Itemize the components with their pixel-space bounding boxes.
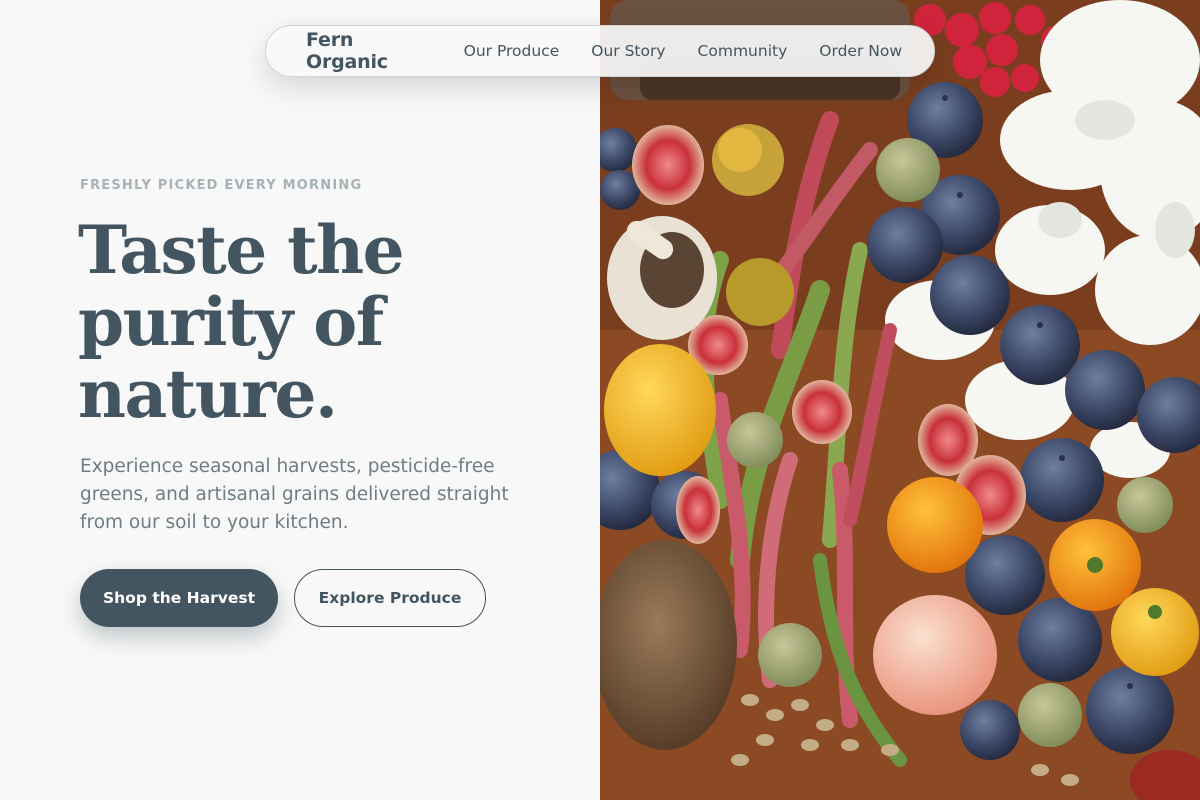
headline-line: Taste the bbox=[78, 211, 405, 289]
headline-line: purity of bbox=[78, 283, 384, 361]
brand-logo[interactable]: Fern Organic bbox=[306, 29, 424, 73]
nav-link-community[interactable]: Community bbox=[698, 42, 788, 60]
navbar: Fern Organic Our Produce Our Story Commu… bbox=[265, 25, 935, 77]
headline-line: nature. bbox=[78, 355, 338, 433]
shop-the-harvest-button[interactable]: Shop the Harvest bbox=[80, 569, 278, 627]
nav-link-order-now[interactable]: Order Now bbox=[819, 42, 902, 60]
hero-description: Experience seasonal harvests, pesticide-… bbox=[80, 456, 509, 533]
hero-eyebrow: FRESHLY PICKED EVERY MORNING bbox=[80, 178, 363, 193]
explore-produce-button[interactable]: Explore Produce bbox=[294, 569, 486, 627]
nav-link-our-story[interactable]: Our Story bbox=[591, 42, 665, 60]
nav-link-our-produce[interactable]: Our Produce bbox=[464, 42, 560, 60]
produce-photo bbox=[600, 0, 1200, 800]
hero-headline: Taste the purity of nature. bbox=[78, 214, 538, 430]
